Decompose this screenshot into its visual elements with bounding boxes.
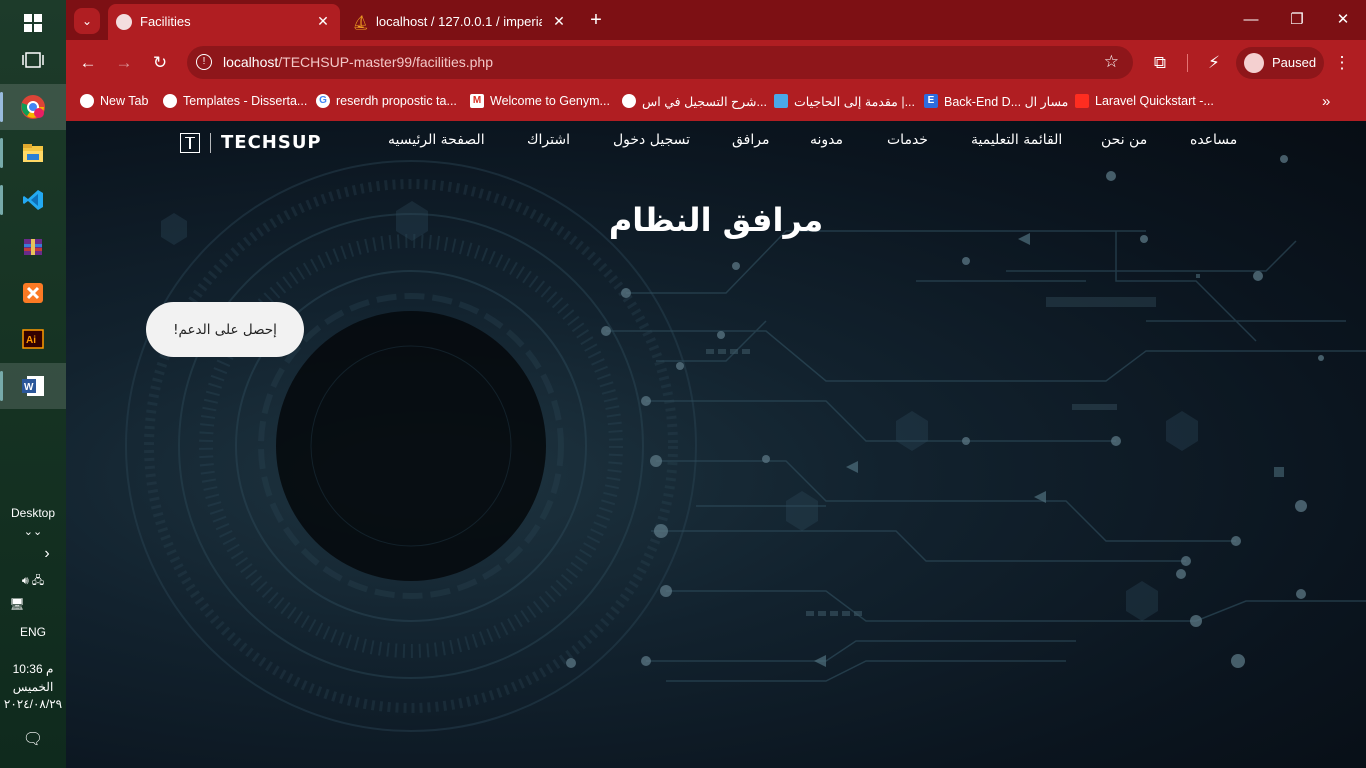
address-bar[interactable]: ! localhost/TECHSUP-master99/facilities.… (187, 46, 1133, 79)
tab-phpmyadmin[interactable]: ⛵︎ localhost / 127.0.0.1 / imperial_ ✕ (344, 4, 576, 40)
close-window-icon[interactable]: ✕ (1320, 6, 1366, 34)
close-tab-icon[interactable]: ✕ (314, 12, 332, 30)
nav-subscribe[interactable]: اشتراك (527, 132, 570, 148)
globe-icon (116, 14, 132, 30)
task-view-button[interactable] (0, 37, 66, 83)
windows-taskbar: Ai W Desktop ⌄⌄ › 🔊︎ 🖧 🖥︎ ENG 10:36 م ال… (0, 0, 66, 768)
bookmark-item[interactable]: Templates - Disserta... (163, 92, 307, 110)
tab-facilities[interactable]: Facilities ✕ (108, 4, 340, 40)
volume-icon[interactable]: 🔊︎ 🖧 (0, 572, 66, 591)
tab-title: localhost / 127.0.0.1 / imperial_ (376, 14, 542, 29)
task-view-icon (22, 52, 44, 68)
forward-icon[interactable]: → (112, 51, 136, 75)
bookmark-item[interactable]: Laravel Quickstart -... (1075, 92, 1214, 110)
more-bookmarks-icon[interactable]: » (1322, 92, 1330, 110)
reload-icon[interactable]: ↻ (148, 51, 172, 75)
performance-icon[interactable]: ⚡︎ (1202, 51, 1226, 75)
svg-text:W: W (24, 382, 34, 393)
page-title: مرافق النظام (608, 201, 824, 239)
e-letter-icon: E (924, 94, 938, 108)
svg-text:Ai: Ai (26, 335, 36, 346)
logo-text: TECHSUP (221, 132, 322, 153)
chrome-taskbar-button[interactable] (0, 84, 66, 130)
bookmark-item[interactable]: شرح التسجيل في اس... (622, 92, 767, 110)
nav-home[interactable]: الصفحة الرئيسيه (388, 132, 485, 148)
bookmark-star-icon[interactable]: ☆ (1104, 52, 1119, 72)
nav-help[interactable]: مساعده (1190, 132, 1237, 148)
tab-title: Facilities (140, 14, 191, 29)
menu-icon[interactable]: ⋮ (1330, 51, 1354, 75)
nav-education-menu[interactable]: القائمة التعليمية (971, 132, 1062, 148)
word-icon: W (22, 376, 44, 396)
notification-icon[interactable]: 🗨︎ (0, 729, 66, 749)
bookmark-item[interactable]: M Welcome to Genym... (470, 92, 610, 110)
restore-icon[interactable]: ❐ (1274, 6, 1320, 34)
winrar-icon (24, 239, 42, 255)
tab-search-button[interactable]: ⌄ (74, 8, 100, 34)
tab-strip: ⌄ Facilities ✕ ⛵︎ localhost / 127.0.0.1 … (66, 0, 1366, 40)
bookmarks-bar: New Tab Templates - Disserta... Greserdh… (66, 86, 1366, 114)
paused-label: Paused (1272, 55, 1317, 70)
chevron-down-icon[interactable]: ⌄⌄ (0, 525, 66, 538)
nav-facilities[interactable]: مرافق (732, 132, 769, 148)
site-navbar: TECHSUP مساعده من نحن القائمة التعليمية … (66, 121, 1366, 161)
nav-blog[interactable]: مدونه (810, 132, 843, 148)
chrome-icon (21, 95, 45, 119)
new-tab-icon[interactable]: + (584, 8, 608, 32)
xampp-button[interactable] (0, 270, 66, 316)
url-text[interactable]: localhost/TECHSUP-master99/facilities.ph… (223, 54, 493, 70)
bookmark-item[interactable]: New Tab (80, 92, 148, 110)
site-info-icon[interactable]: ! (196, 54, 212, 70)
winrar-button[interactable] (0, 224, 66, 270)
bookmark-item[interactable]: مقدمة إلى الحاجيات |... (774, 92, 915, 110)
flutter-icon (774, 94, 788, 108)
get-support-button[interactable]: إحصل على الدعم! (146, 302, 304, 357)
nav-about[interactable]: من نحن (1101, 132, 1147, 148)
minimize-icon[interactable]: — (1228, 6, 1274, 34)
profile-paused-button[interactable]: Paused (1236, 47, 1324, 79)
desktop-label[interactable]: Desktop (0, 506, 66, 520)
vscode-button[interactable] (0, 177, 66, 223)
logo-mark-icon (180, 132, 200, 153)
clock-date: ٢٠٢٤/٠٨/٢٩ (3, 697, 63, 711)
word-button[interactable]: W (0, 363, 66, 409)
file-explorer-button[interactable] (0, 130, 66, 176)
phpmyadmin-icon: ⛵︎ (352, 14, 370, 30)
back-icon[interactable]: ← (76, 51, 100, 75)
gmail-icon: M (470, 94, 484, 108)
globe-icon (80, 94, 94, 108)
illustrator-icon: Ai (22, 329, 44, 349)
site-logo[interactable]: TECHSUP (180, 132, 322, 153)
windows-logo-icon (24, 14, 42, 32)
language-indicator[interactable]: ENG (0, 625, 66, 639)
globe-icon (622, 94, 636, 108)
clock-time[interactable]: 10:36 م (0, 662, 66, 676)
bookmark-item[interactable]: E Back-End D... مسار ال (924, 92, 1068, 110)
clock-day: الخميس (12, 680, 54, 694)
nav-login[interactable]: تسجيل دخول (613, 132, 690, 148)
browser-chrome: ⌄ Facilities ✕ ⛵︎ localhost / 127.0.0.1 … (66, 0, 1366, 121)
xampp-icon (23, 283, 43, 303)
page-content: TECHSUP مساعده من نحن القائمة التعليمية … (66, 121, 1366, 768)
extensions-icon[interactable]: ⧉ (1148, 51, 1172, 75)
illustrator-button[interactable]: Ai (0, 316, 66, 362)
globe-icon (163, 94, 177, 108)
laravel-icon (1075, 94, 1089, 108)
bookmark-item[interactable]: Greserdh propostic ta... (316, 92, 457, 110)
google-icon: G (316, 94, 330, 108)
avatar (1244, 53, 1264, 73)
folder-icon (23, 144, 43, 162)
network-icon[interactable]: 🖥︎ (0, 597, 50, 611)
close-tab-icon[interactable]: ✕ (550, 12, 568, 30)
nav-services[interactable]: خدمات (887, 132, 928, 148)
vscode-icon (23, 190, 43, 210)
